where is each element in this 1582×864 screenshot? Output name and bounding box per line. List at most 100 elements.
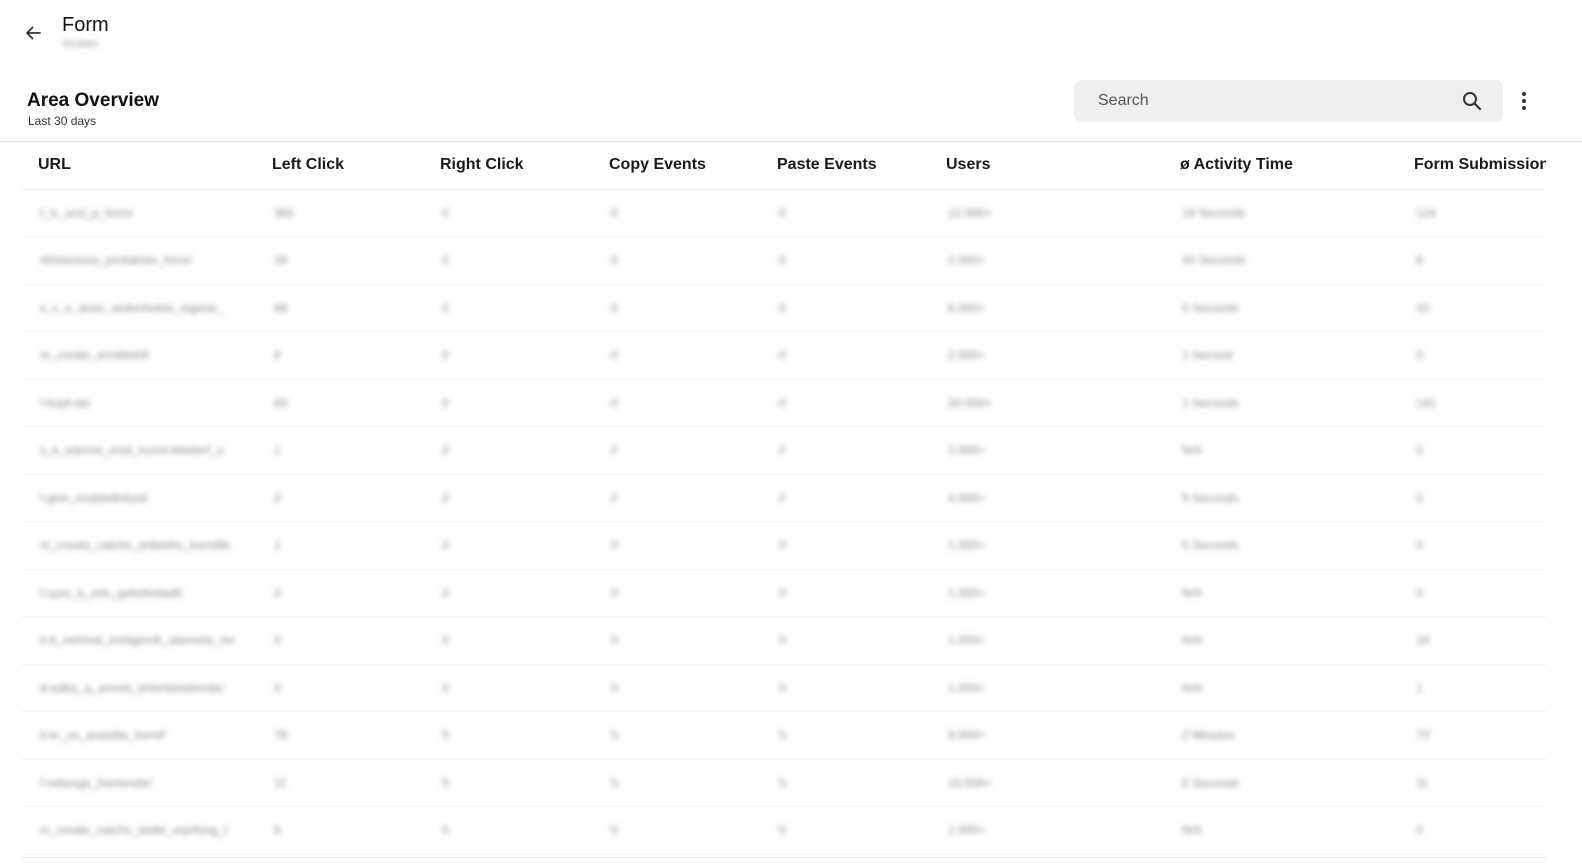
cell-value: 0 bbox=[779, 253, 786, 268]
cell-value: f-rebesge_fnertende/ bbox=[40, 775, 152, 790]
table-cell: 0 bbox=[256, 616, 424, 665]
cell-value: 0 bbox=[611, 775, 618, 790]
cell-value: 0 bbox=[779, 728, 786, 743]
table-row[interactable]: rbfxtensory_profalicke_form/28 0 0 0 2.000+ 4… bbox=[22, 236, 1546, 285]
cell-value: 8 bbox=[1416, 253, 1423, 268]
table-cell: 8 bbox=[1398, 236, 1546, 285]
cell-value: f-give_endstellnfurd/ bbox=[40, 490, 149, 505]
cell-value: 0 bbox=[274, 680, 281, 695]
table-cell: 0 bbox=[761, 189, 930, 237]
table-cell: 0 bbox=[1398, 331, 1546, 380]
table-cell: 0 bbox=[1398, 474, 1546, 522]
table-row[interactable]: f-rebesge_fnertende/11 0 0 0 15.000+ 5 Second… bbox=[22, 759, 1546, 807]
cell-value: 0 bbox=[611, 300, 618, 315]
table-cell: 141 bbox=[1398, 379, 1546, 427]
table-cell: 0 bbox=[424, 759, 593, 807]
table-cell: 6.000+ bbox=[930, 284, 1164, 332]
cell-value: 0 bbox=[274, 633, 281, 648]
table-cell: N/A bbox=[1164, 569, 1398, 617]
cell-value: k-kr_us_anstalte_formf/ bbox=[40, 728, 166, 743]
cell-value: 0 bbox=[611, 538, 618, 553]
table-cell: 0 bbox=[761, 806, 930, 855]
cell-value: 0 bbox=[611, 490, 618, 505]
table-row[interactable]: m_create_catchs_anbieths_konsflik 1 0 0 0 1.0… bbox=[22, 521, 1546, 570]
table-cell: N/A bbox=[1164, 616, 1398, 665]
table-cell: 0 bbox=[593, 664, 761, 712]
cell-value: 2.000+ bbox=[948, 443, 986, 458]
table-cell: 5 Seconds bbox=[1164, 759, 1398, 807]
cell-value: 0 bbox=[442, 300, 449, 315]
table-cell: 11 bbox=[1398, 759, 1546, 807]
area-overview-header: Area Overview Last 30 days bbox=[0, 78, 1582, 142]
table-cell: f-kopf-ab/ bbox=[22, 379, 256, 427]
table-cell: 0 bbox=[424, 236, 593, 285]
cell-value: 0 bbox=[779, 585, 786, 600]
table-cell: 0 bbox=[593, 284, 761, 332]
table-row[interactable]: m_create_catchs_stelle_erprfung_f 8 0 0 0 1.0… bbox=[22, 806, 1546, 855]
column-header[interactable]: Users bbox=[930, 142, 1164, 190]
table-cell: 1.000+ bbox=[930, 806, 1164, 855]
column-header[interactable]: Form Submissions bbox=[1398, 142, 1546, 190]
cell-value: 0 bbox=[611, 348, 618, 363]
table-cell: 0 bbox=[593, 569, 761, 617]
cell-value: 1.000+ bbox=[948, 538, 986, 553]
cell-value: 0 bbox=[779, 538, 786, 553]
column-header[interactable]: Paste Events bbox=[761, 142, 930, 190]
table-cell: 88 bbox=[256, 284, 424, 332]
search-icon[interactable] bbox=[1461, 90, 1483, 112]
table-cell: 4.000+ bbox=[930, 474, 1164, 522]
table-cell: f-syss_k_erts_gekefestadt/ bbox=[22, 569, 256, 617]
table-row[interactable]: m_create_ermittelnf/8 0 0 0 2.000+ 1 Second 0 bbox=[22, 331, 1546, 380]
cell-value: 11 bbox=[1416, 775, 1429, 790]
column-header[interactable]: Copy Events bbox=[593, 142, 761, 190]
cell-value: 0 bbox=[442, 348, 449, 363]
column-header[interactable]: Left Click bbox=[256, 142, 424, 190]
column-header[interactable]: Right Click bbox=[424, 142, 593, 190]
table-row[interactable]: f_lc_and_p_form/365 0 0 0 12.000+ 19 Seconds 1… bbox=[22, 189, 1546, 237]
cell-value: m_create_catchs_anbieths_konsflik bbox=[40, 538, 231, 553]
search-input[interactable] bbox=[1098, 92, 1461, 110]
table-cell: 11 bbox=[256, 759, 424, 807]
cell-value: m_create_catchs_stelle_erprfung_f bbox=[40, 823, 228, 838]
column-header[interactable]: URL bbox=[22, 142, 256, 190]
table-cell: 0 bbox=[761, 284, 930, 332]
table-row[interactable]: s_k_iuterrel_orsd_kunst-kleiderf_u 1 0 0 0 2.… bbox=[22, 426, 1546, 475]
cell-value: N/A bbox=[1182, 443, 1203, 458]
table-cell: 0 bbox=[424, 616, 593, 665]
table-row[interactable]: k-kr_us_anstalte_formf/78 0 0 0 8.000+ 2 Minu… bbox=[22, 711, 1546, 760]
table-row[interactable]: f-kopf-ab/83 0 0 0 20.000+ 1 Seconds 141 bbox=[22, 379, 1546, 427]
table-cell: N/A bbox=[1164, 426, 1398, 475]
cell-value: 0 bbox=[779, 395, 786, 410]
table-row[interactable]: k-it_nehmat_ineligeruft_ubersetz_he 0 0 0 0 1… bbox=[22, 616, 1546, 665]
table-cell: 20.000+ bbox=[930, 379, 1164, 427]
cell-value: f-syss_k_erts_gekefestadt/ bbox=[40, 585, 183, 600]
cell-value: 0 bbox=[1416, 823, 1423, 838]
table-cell: 0 bbox=[761, 569, 930, 617]
table-cell: 0 bbox=[761, 759, 930, 807]
column-header[interactable]: ø Activity Time bbox=[1164, 142, 1398, 190]
back-button[interactable] bbox=[20, 20, 46, 46]
cell-value: 6.000+ bbox=[948, 300, 986, 315]
table-cell: 0 bbox=[424, 189, 593, 237]
table-cell: 0 bbox=[761, 426, 930, 475]
cell-value: 0 bbox=[779, 490, 786, 505]
cell-value: 0 bbox=[779, 348, 786, 363]
table-cell: 0 bbox=[1398, 521, 1546, 570]
more-options-button[interactable] bbox=[1514, 90, 1534, 112]
table-cell: 0 bbox=[424, 284, 593, 332]
cell-value: 0 bbox=[442, 538, 449, 553]
table-row[interactable]: f-give_endstellnfurd/0 0 0 0 4.000+ 9 Seconds… bbox=[22, 474, 1546, 522]
table-row[interactable]: f-syss_k_erts_gekefestadt/0 0 0 0 1.000+ N/A 0 bbox=[22, 569, 1546, 617]
table-cell: 1.000+ bbox=[930, 664, 1164, 712]
table-cell: 1 bbox=[256, 426, 424, 475]
table-row[interactable]: s_c_e_anav_stufenhebte_eigene_ 88 0 0 0 6.000… bbox=[22, 284, 1546, 332]
table-cell: 0 bbox=[424, 474, 593, 522]
cell-value: 19 bbox=[1416, 633, 1430, 648]
cell-value: 0 bbox=[442, 823, 449, 838]
table-cell: 0 bbox=[424, 379, 593, 427]
cell-value: 0 bbox=[611, 680, 618, 695]
cell-value: 15.000+ bbox=[948, 775, 992, 790]
table-row[interactable]: d-sdlks_a_amnet_ehlenkleiderrde/0 0 0 0 1.00… bbox=[22, 664, 1546, 712]
cell-value: 73 bbox=[1416, 728, 1430, 743]
arrow-left-icon bbox=[26, 26, 41, 40]
